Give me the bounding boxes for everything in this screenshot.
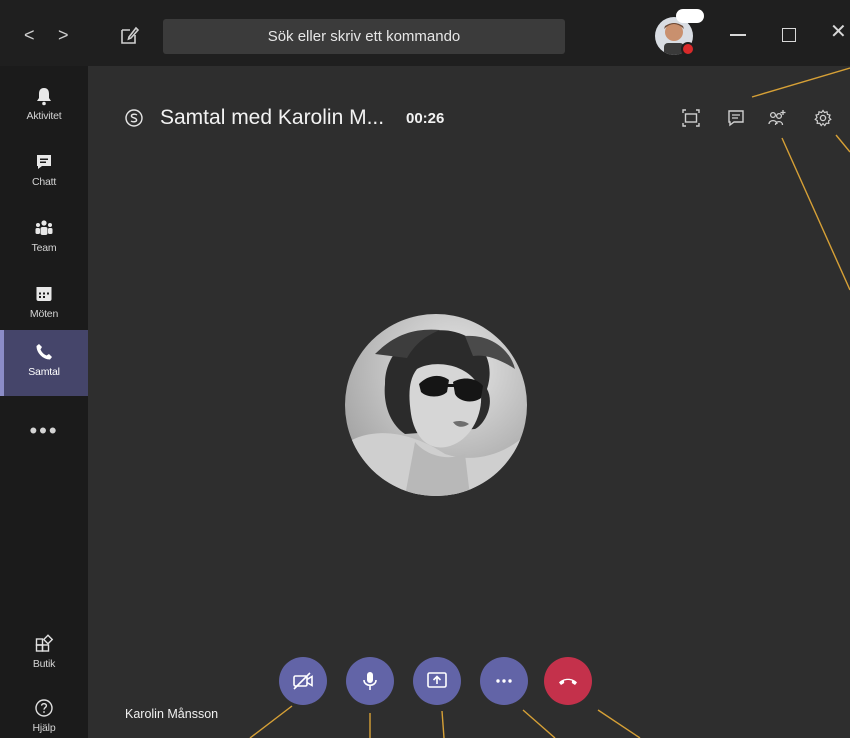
rail-label: Hjälp bbox=[32, 722, 56, 734]
chat-icon bbox=[37, 155, 51, 169]
rail-label: Butik bbox=[32, 658, 56, 670]
calendar-icon bbox=[36, 287, 52, 301]
rail-item-team[interactable]: Team bbox=[0, 206, 88, 272]
rail-item-aktivitet[interactable]: Aktivitet bbox=[0, 74, 88, 140]
hang-up-icon bbox=[559, 678, 577, 685]
rail-item-moten[interactable]: Möten bbox=[0, 272, 88, 338]
maximize-button[interactable] bbox=[782, 28, 796, 42]
bell-icon bbox=[37, 88, 51, 106]
share-screen-icon bbox=[427, 672, 447, 688]
more-apps-icon[interactable]: ••• bbox=[0, 418, 88, 444]
notification-bubble bbox=[676, 9, 704, 23]
rail-item-chatt[interactable]: Chatt bbox=[0, 140, 88, 206]
mic-icon bbox=[363, 672, 377, 690]
add-people-icon[interactable] bbox=[768, 109, 786, 127]
title-bar: < > Sök eller skriv ett kommando ✕ bbox=[0, 0, 850, 66]
more-icon bbox=[496, 679, 512, 683]
skype-icon bbox=[125, 109, 143, 127]
rail-label: Möten bbox=[29, 308, 59, 320]
more-actions-button[interactable] bbox=[480, 657, 528, 705]
settings-icon[interactable] bbox=[814, 109, 832, 127]
help-icon bbox=[35, 699, 53, 717]
caller-name: Karolin Månsson bbox=[125, 707, 219, 721]
mute-button[interactable] bbox=[346, 657, 394, 705]
call-title: Samtal med Karolin M... bbox=[160, 106, 385, 129]
rail-item-samtal[interactable]: Samtal bbox=[0, 330, 88, 396]
video-toggle-button[interactable] bbox=[279, 657, 327, 705]
rail-label: Team bbox=[31, 242, 57, 254]
call-timer: 00:26 bbox=[406, 110, 445, 127]
minimize-button[interactable] bbox=[730, 34, 746, 36]
fullscreen-icon[interactable] bbox=[682, 109, 700, 127]
compose-icon[interactable] bbox=[118, 24, 140, 46]
status-badge bbox=[681, 42, 695, 56]
rail-item-butik[interactable]: Butik bbox=[0, 622, 88, 688]
rail-label: Chatt bbox=[31, 176, 57, 188]
teams-icon bbox=[35, 220, 53, 235]
chevron-left-icon[interactable]: < bbox=[24, 26, 35, 44]
rail-item-hjalp[interactable]: Hjälp bbox=[0, 686, 88, 738]
app-rail: Aktivitet Chatt Team Möten Samtal ••• Bu… bbox=[0, 66, 88, 738]
chevron-right-icon[interactable]: > bbox=[58, 26, 69, 44]
caller-avatar bbox=[345, 314, 527, 496]
rail-label: Aktivitet bbox=[26, 110, 62, 122]
video-off-icon bbox=[293, 672, 313, 690]
store-icon bbox=[35, 634, 54, 652]
search-input[interactable]: Sök eller skriv ett kommando bbox=[163, 19, 565, 54]
rail-label: Samtal bbox=[28, 366, 60, 378]
close-button[interactable]: ✕ bbox=[830, 22, 847, 42]
chat-icon[interactable] bbox=[727, 109, 745, 127]
hang-up-button[interactable] bbox=[544, 657, 592, 705]
share-screen-button[interactable] bbox=[413, 657, 461, 705]
phone-icon bbox=[36, 344, 52, 360]
